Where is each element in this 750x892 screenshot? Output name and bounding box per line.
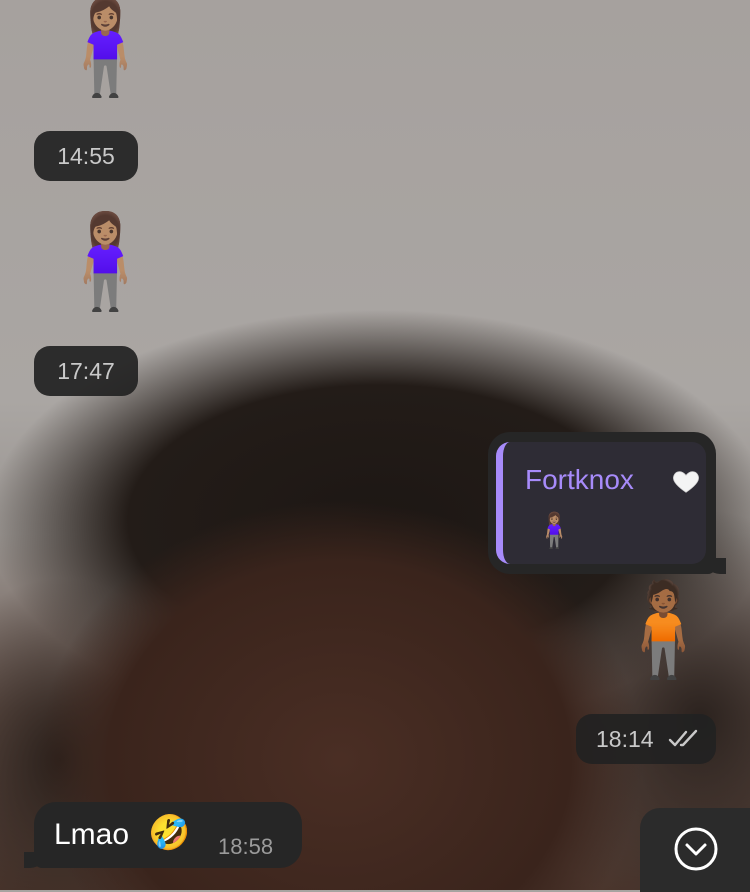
message-text: Lmao <box>54 818 130 851</box>
message-time: 17:47 <box>34 346 138 396</box>
quoted-message[interactable]: Fortknox 🧍🏽‍♀️ <box>496 442 706 564</box>
message-time: 18:14 <box>596 725 654 752</box>
emoji-message[interactable]: 🧍🏾 <box>606 584 721 676</box>
text-message-bubble[interactable]: Lmao 🤣 18:58 <box>24 802 302 868</box>
quote-author: Fortknox <box>525 464 634 495</box>
message-time: 14:55 <box>34 131 138 181</box>
quoted-emoji: 🧍🏽‍♀️ <box>533 511 576 551</box>
chevron-down-circle-icon <box>674 827 718 871</box>
message-time: 18:58 <box>218 834 274 859</box>
message-emoji: 🤣 <box>148 813 191 853</box>
message-time-pill: 18:14 <box>576 714 716 764</box>
double-check-icon <box>668 729 698 747</box>
emoji-message[interactable]: 🧍🏽‍♀️ <box>48 2 163 94</box>
reply-bubble[interactable]: Fortknox 🧍🏽‍♀️ <box>488 432 726 574</box>
emoji-message[interactable]: 🧍🏽‍♀️ <box>48 216 163 308</box>
scroll-down-button[interactable] <box>640 808 750 892</box>
white-heart-icon <box>673 471 699 493</box>
